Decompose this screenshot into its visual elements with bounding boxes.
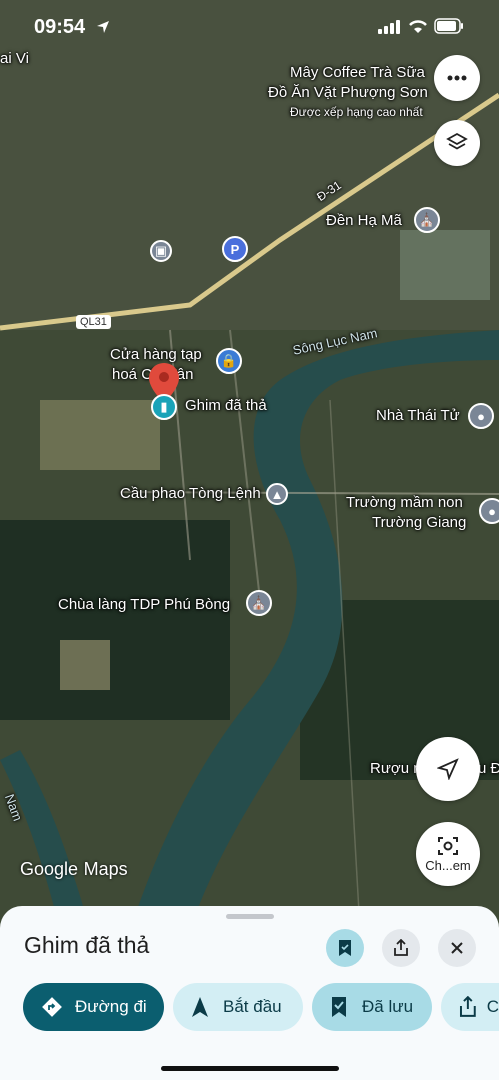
saved-indicator-button[interactable]	[326, 929, 364, 967]
directions-button[interactable]: Đường đi	[23, 983, 164, 1031]
navigation-icon	[192, 997, 208, 1017]
map-label-ruou-end[interactable]: u Đ	[478, 760, 499, 777]
shopping-icon[interactable]: 🔒	[216, 348, 242, 374]
battery-icon	[434, 18, 463, 34]
status-time: 09:54	[34, 16, 86, 38]
map-label-cua-hang[interactable]: Cửa hàng tạp	[110, 346, 202, 363]
home-indicator	[161, 1066, 339, 1071]
map-label-may-coffee-line2[interactable]: Đồ Ăn Vặt Phượng Sơn	[268, 84, 428, 101]
share-button[interactable]	[382, 929, 420, 967]
map-label-den-ha-ma[interactable]: Đền Hạ Mã	[326, 212, 402, 229]
saved-button[interactable]: Đã lưu	[312, 983, 432, 1031]
saved-icon	[332, 997, 346, 1017]
more-icon	[447, 75, 467, 81]
wifi-icon	[409, 20, 427, 33]
compass-arrow-icon	[437, 758, 459, 780]
more-options-button[interactable]	[434, 55, 480, 101]
close-icon	[451, 942, 463, 954]
map-label-truong-mam-non[interactable]: Trường mầm non	[346, 494, 463, 511]
temple-icon[interactable]: ⛪	[414, 207, 440, 233]
share-action-button[interactable]: C	[441, 983, 499, 1031]
sheet-title: Ghim đã thả	[24, 932, 150, 958]
saved-pin-icon[interactable]: ▮	[151, 394, 177, 420]
share-icon	[394, 939, 408, 956]
camera-lens-icon	[438, 836, 458, 855]
saved-label: Đã lưu	[362, 997, 414, 1016]
map-label-may-coffee[interactable]: Mây Coffee Trà Sữa	[290, 64, 425, 81]
share-action-label: C	[486, 997, 499, 1016]
status-bar: 09:54	[0, 0, 499, 54]
bookmark-icon	[339, 940, 351, 956]
pagoda-icon[interactable]: ⛪	[246, 590, 272, 616]
start-label: Bắt đầu	[223, 997, 282, 1016]
sheet-drag-handle[interactable]	[226, 914, 274, 919]
school-icon[interactable]: ●	[479, 498, 499, 524]
place-icon[interactable]: ●	[468, 403, 494, 429]
layers-button[interactable]	[434, 120, 480, 166]
layers-icon	[446, 132, 468, 150]
signal-icon	[378, 20, 400, 34]
parking-icon[interactable]: P	[222, 236, 248, 262]
place-bottom-sheet[interactable]: Ghim đã thả Đường đi Bắt đầu Đã lưu C	[0, 906, 499, 1080]
directions-label: Đường đi	[75, 997, 147, 1016]
bridge-icon[interactable]: ▲	[266, 483, 288, 505]
location-arrow-icon	[97, 21, 109, 33]
bus-stop-icon[interactable]: ▣	[150, 240, 172, 262]
map-label-rating: Được xếp hạng cao nhất	[290, 105, 423, 119]
map-label-ghim[interactable]: Ghim đã thả	[185, 397, 267, 414]
lens-label: Ch...em	[425, 857, 471, 873]
map-label-chua-lang[interactable]: Chùa làng TDP Phú Bòng	[58, 596, 230, 613]
start-button[interactable]: Bắt đầu	[173, 983, 303, 1031]
directions-icon	[42, 997, 62, 1017]
map-label-nha-thai-tu[interactable]: Nhà Thái Tử	[376, 407, 460, 424]
map-label-ruou[interactable]: Rượu n	[370, 760, 422, 777]
google-maps-logo: Google Maps	[20, 859, 128, 879]
close-button[interactable]	[438, 929, 476, 967]
lens-button[interactable]: Ch...em	[416, 822, 480, 886]
map-label-cau-phao[interactable]: Cầu phao Tòng Lệnh	[120, 485, 261, 502]
share-action-icon	[459, 996, 476, 1017]
map-label-truong-giang[interactable]: Trường Giang	[372, 514, 466, 531]
my-location-button[interactable]	[416, 737, 480, 801]
road-shield-ql31: QL31	[76, 315, 111, 329]
